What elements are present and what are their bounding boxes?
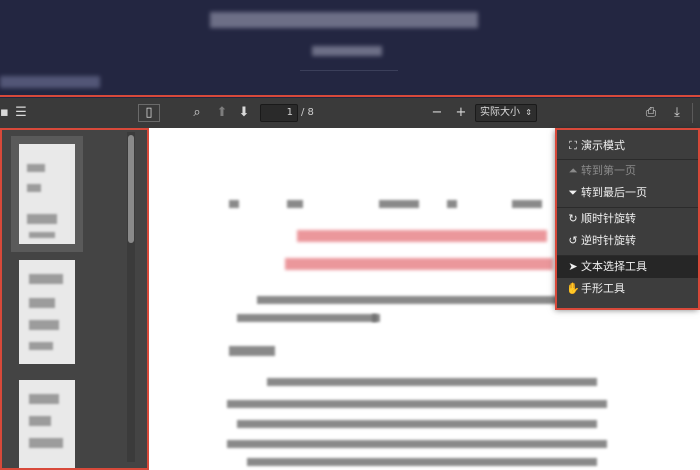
tools-menu: ⛶ 演示模式 ⏶ 转到第一页 ⏷ 转到最后一页 ↻ 顺时针旋转 ↺ 逆时针旋转 … bbox=[557, 128, 700, 308]
banner-divider bbox=[300, 70, 398, 71]
blurred-subtitle bbox=[312, 46, 382, 56]
last-page-icon: ⏷ bbox=[568, 186, 578, 199]
menu-item-hand-tool[interactable]: ✋ 手形工具 bbox=[557, 278, 700, 300]
presentation-icon: ⛶ bbox=[569, 139, 577, 152]
first-page-icon: ⏶ bbox=[568, 164, 578, 177]
menu-item-rotate-ccw[interactable]: ↺ 逆时针旋转 bbox=[557, 230, 700, 252]
menu-item-label: 逆时针旋转 bbox=[581, 234, 636, 247]
thumbnail-view-icon[interactable]: ▪ bbox=[0, 103, 9, 123]
menu-item-label: 顺时针旋转 bbox=[581, 212, 636, 225]
sidebar-toggle-icon[interactable]: ▯ bbox=[138, 104, 160, 122]
sidebar-scrollbar-thumb[interactable] bbox=[128, 135, 134, 243]
thumbnail-sidebar bbox=[0, 128, 147, 470]
page-thumbnail-1[interactable] bbox=[19, 144, 75, 244]
download-icon[interactable]: ⤓ bbox=[668, 103, 686, 123]
page-number-input[interactable]: 1 bbox=[260, 104, 298, 122]
menu-item-label: 手形工具 bbox=[581, 282, 625, 295]
rotate-cw-icon: ↻ bbox=[568, 212, 578, 225]
menu-item-first-page[interactable]: ⏶ 转到第一页 bbox=[557, 160, 700, 182]
rotate-ccw-icon: ↺ bbox=[568, 234, 578, 247]
pdf-toolbar: ▪ ☰ ▯ ⌕ ⬆ ⬇ − + ⎙ ⤓ bbox=[0, 98, 700, 129]
outline-view-icon[interactable]: ☰ bbox=[12, 103, 30, 123]
search-icon[interactable]: ⌕ bbox=[188, 103, 206, 123]
menu-item-presentation[interactable]: ⛶ 演示模式 bbox=[557, 135, 700, 157]
page-total-label: / 8 bbox=[301, 107, 314, 118]
zoom-select[interactable]: 实际大小 ⇕ bbox=[475, 104, 537, 122]
menu-item-label: 文本选择工具 bbox=[581, 260, 647, 273]
menu-item-text-select[interactable]: ➤ 文本选择工具 bbox=[557, 256, 700, 278]
menu-item-label: 转到第一页 bbox=[581, 164, 636, 177]
zoom-in-button[interactable]: + bbox=[454, 103, 468, 123]
page-banner bbox=[0, 0, 700, 98]
menu-item-label: 演示模式 bbox=[581, 139, 625, 152]
tools-menu-button[interactable] bbox=[692, 103, 700, 123]
menu-item-label: 转到最后一页 bbox=[581, 186, 647, 199]
menu-item-rotate-cw[interactable]: ↻ 顺时针旋转 bbox=[557, 208, 700, 230]
menu-item-last-page[interactable]: ⏷ 转到最后一页 bbox=[557, 182, 700, 204]
chevron-updown-icon: ⇕ bbox=[525, 108, 532, 117]
print-icon[interactable]: ⎙ bbox=[642, 103, 660, 123]
zoom-out-button[interactable]: − bbox=[430, 103, 444, 123]
arrow-down-icon[interactable]: ⬇ bbox=[236, 103, 252, 123]
blurred-nav bbox=[0, 76, 100, 88]
blurred-title bbox=[210, 12, 478, 28]
page-thumbnail-2[interactable] bbox=[19, 260, 75, 364]
hand-icon: ✋ bbox=[566, 282, 580, 295]
zoom-select-value: 实际大小 bbox=[480, 107, 520, 118]
page-thumbnail-3[interactable] bbox=[19, 380, 75, 470]
arrow-up-icon[interactable]: ⬆ bbox=[214, 103, 230, 123]
cursor-icon: ➤ bbox=[568, 260, 578, 273]
